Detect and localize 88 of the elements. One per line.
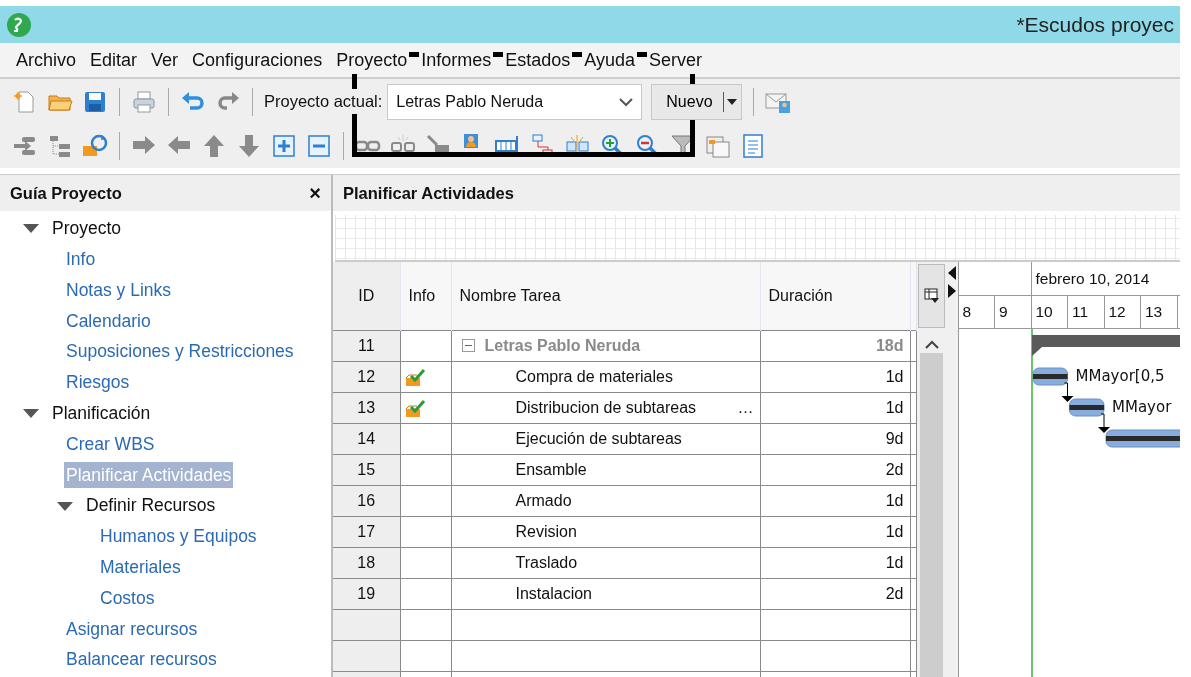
expanded-triangle-icon[interactable] bbox=[22, 407, 40, 420]
window-title: *Escudos proyec bbox=[1016, 11, 1174, 38]
row-number: 12 bbox=[333, 361, 400, 392]
panel-title: Planificar Actividades bbox=[343, 182, 514, 204]
dependency-arrow bbox=[1061, 382, 1073, 402]
row-number: 18 bbox=[333, 547, 400, 578]
column-header[interactable]: Info bbox=[400, 262, 451, 330]
row-number: 11 bbox=[333, 330, 400, 361]
note-check-icon bbox=[404, 366, 427, 387]
row-number: 15 bbox=[333, 454, 400, 485]
tree-item[interactable]: Planificación bbox=[52, 400, 151, 427]
task-name: Compra de materiales bbox=[515, 366, 673, 387]
column-header[interactable]: Nombre Tarea bbox=[451, 262, 760, 330]
tree-item[interactable]: Humanos y Equipos bbox=[100, 523, 257, 550]
document-icon[interactable] bbox=[740, 133, 766, 159]
ellipsis-indicator[interactable]: … bbox=[737, 395, 754, 420]
duration-cell: 9d bbox=[760, 423, 910, 454]
period-label: febrero 10, 2014 bbox=[1034, 268, 1150, 289]
tree-item[interactable]: Notas y Links bbox=[66, 276, 172, 304]
arrow-down-icon[interactable] bbox=[236, 133, 262, 159]
summary-bar[interactable] bbox=[1031, 335, 1180, 356]
caret-down-icon bbox=[726, 98, 737, 105]
task-bar[interactable] bbox=[1105, 429, 1180, 448]
task-bar[interactable] bbox=[1032, 367, 1068, 386]
tree-item[interactable]: Asignar recursos bbox=[66, 615, 198, 642]
tree-icon[interactable] bbox=[47, 133, 73, 159]
link-label: MMayor[0,5 bbox=[1075, 367, 1164, 385]
app-logo-icon bbox=[6, 11, 32, 38]
task-name: Ejecución de subtareas bbox=[515, 428, 682, 449]
row-number: 16 bbox=[333, 485, 400, 516]
tree-item[interactable]: Materiales bbox=[100, 554, 181, 581]
tree-item[interactable]: Calendario bbox=[66, 307, 151, 334]
duration-cell: 1d bbox=[760, 361, 910, 392]
task-bar[interactable] bbox=[1068, 398, 1104, 417]
column-chooser-button[interactable] bbox=[918, 264, 945, 328]
note-check-icon bbox=[404, 397, 427, 418]
expanded-triangle-icon[interactable] bbox=[22, 222, 40, 235]
link-label: MMayor bbox=[1111, 398, 1171, 416]
day-label: 13 bbox=[1141, 296, 1178, 328]
scroll-up-icon[interactable] bbox=[924, 340, 939, 349]
dependency-arrow bbox=[1097, 413, 1110, 433]
column-header[interactable]: Duración bbox=[760, 262, 910, 330]
table-dropdown-icon bbox=[923, 288, 940, 304]
task-name: Letras Pablo Neruda bbox=[484, 335, 641, 356]
row-number: 19 bbox=[333, 578, 400, 609]
tree-item[interactable]: Suposiciones y Restricciones bbox=[66, 338, 294, 365]
row-number: 13 bbox=[333, 392, 400, 423]
day-label: 11 bbox=[1068, 296, 1105, 328]
day-label: 9 bbox=[995, 296, 1032, 328]
tree-item[interactable]: Definir Recursos bbox=[86, 492, 216, 519]
tree-item[interactable]: Proyecto bbox=[52, 215, 122, 242]
refresh-folder-icon[interactable] bbox=[82, 133, 108, 159]
arrow-up-icon[interactable] bbox=[201, 133, 227, 159]
column-header[interactable]: ID bbox=[333, 262, 400, 330]
panel-title: Guía Proyecto bbox=[10, 182, 122, 204]
expand-plus-icon[interactable] bbox=[271, 133, 297, 159]
task-name: Revision bbox=[515, 521, 577, 542]
project-dropdown[interactable]: Letras Pablo Neruda bbox=[387, 83, 643, 120]
task-name: Instalacion bbox=[515, 583, 592, 604]
task-name: Traslado bbox=[515, 552, 578, 573]
chevron-down-icon bbox=[619, 96, 634, 107]
tree-item[interactable]: Crear WBS bbox=[66, 430, 155, 458]
project-label: Proyecto actual: bbox=[264, 89, 383, 114]
tree-item[interactable]: Riesgos bbox=[66, 369, 130, 396]
duration-cell: 1d bbox=[760, 516, 910, 547]
task-name: Ensamble bbox=[515, 459, 587, 480]
task-name: Armado bbox=[515, 490, 572, 511]
duration-cell: 1d bbox=[760, 547, 910, 578]
expanded-triangle-icon[interactable] bbox=[56, 499, 74, 512]
close-button[interactable]: × bbox=[309, 183, 321, 203]
duration-cell: 1d bbox=[760, 485, 910, 516]
tree-item[interactable]: Costos bbox=[100, 584, 155, 612]
scrollbar-thumb[interactable] bbox=[920, 353, 943, 677]
duration-cell: 2d bbox=[760, 454, 910, 485]
duration-cell: 1d bbox=[760, 392, 910, 423]
tree-item[interactable]: Balancear recursos bbox=[66, 646, 217, 673]
task-name: Distribucion de subtareas bbox=[515, 397, 697, 418]
tree-item[interactable]: Info bbox=[66, 246, 96, 273]
collapse-icon[interactable] bbox=[461, 339, 475, 352]
new-split-button[interactable]: Nuevo bbox=[651, 83, 742, 120]
day-label: 10 bbox=[1031, 296, 1068, 328]
day-label: 8 bbox=[958, 296, 995, 328]
row-number: 14 bbox=[333, 423, 400, 454]
duration-cell: 18d bbox=[760, 330, 910, 361]
duration-cell: 2d bbox=[760, 578, 910, 609]
collapse-minus-icon[interactable] bbox=[306, 133, 332, 159]
row-number: 17 bbox=[333, 516, 400, 547]
day-label: 12 bbox=[1104, 296, 1141, 328]
